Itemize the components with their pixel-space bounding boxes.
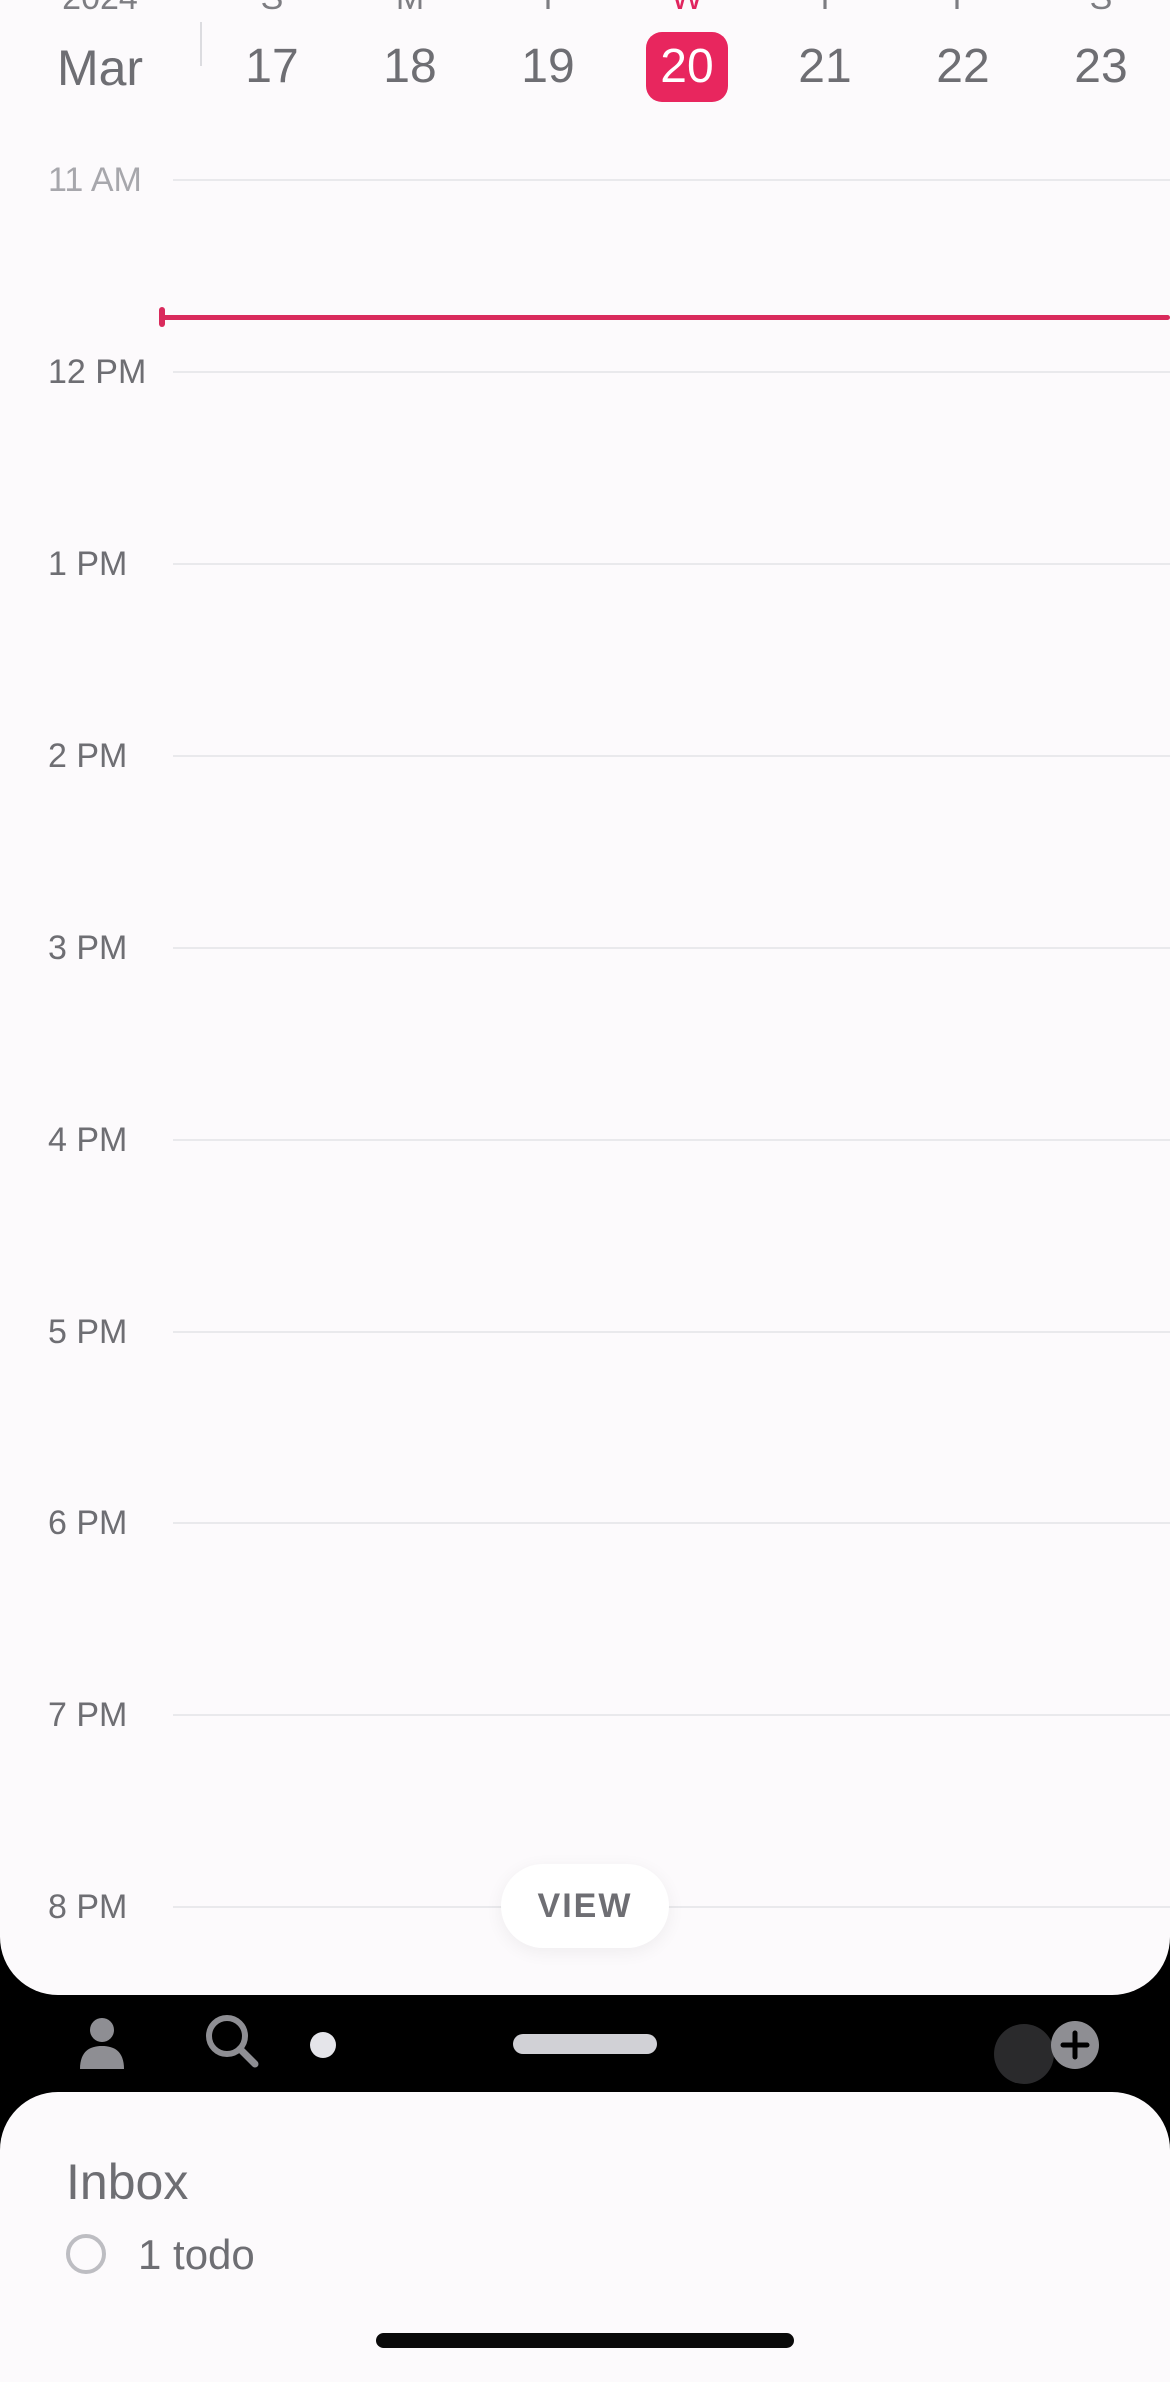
- hour-gridline: [173, 1331, 1170, 1333]
- search-icon[interactable]: [204, 2013, 260, 2069]
- day-number[interactable]: 21: [784, 32, 866, 102]
- weekday-letter: S: [222, 0, 322, 18]
- weekday-letter-today: W: [637, 0, 737, 18]
- drag-handle[interactable]: [513, 2034, 657, 2054]
- hour-gridline: [173, 947, 1170, 949]
- todo-checkbox-icon[interactable]: [66, 2234, 106, 2274]
- weekday-letter: F: [913, 0, 1013, 18]
- hour-label-6pm: 6 PM: [48, 1504, 128, 1542]
- hour-gridline: [173, 1139, 1170, 1141]
- year-label: 2024: [0, 0, 200, 18]
- pending-task-indicator: [994, 2024, 1054, 2084]
- hour-label-7pm: 7 PM: [48, 1696, 128, 1734]
- current-time-line: [162, 315, 1170, 320]
- hour-label-1pm: 1 PM: [48, 545, 128, 583]
- hour-label-5pm: 5 PM: [48, 1313, 128, 1351]
- weekday-letter: M: [360, 0, 460, 18]
- hour-label-8pm: 8 PM: [48, 1888, 128, 1926]
- weekday-letter: T: [498, 0, 598, 18]
- day-number[interactable]: 22: [922, 32, 1004, 102]
- hour-label-2pm: 2 PM: [48, 737, 128, 775]
- add-icon[interactable]: [1050, 2020, 1100, 2070]
- hour-gridline: [173, 371, 1170, 373]
- day-number[interactable]: 17: [231, 32, 313, 102]
- dot-indicator-icon: [310, 2032, 336, 2058]
- hour-gridline: [173, 179, 1170, 181]
- hour-label-12pm: 12 PM: [48, 353, 147, 391]
- hour-gridline: [173, 755, 1170, 757]
- hour-label-4pm: 4 PM: [48, 1121, 128, 1159]
- day-number-today[interactable]: 20: [646, 32, 728, 102]
- hour-gridline: [173, 563, 1170, 565]
- hour-label-3pm: 3 PM: [48, 929, 128, 967]
- day-number[interactable]: 18: [369, 32, 451, 102]
- weekday-letter: T: [775, 0, 875, 18]
- day-number[interactable]: 23: [1060, 32, 1142, 102]
- hour-gridline: [173, 1906, 1170, 1908]
- hour-gridline: [173, 1714, 1170, 1716]
- hour-label-11am: 11 AM: [48, 161, 142, 199]
- hour-gridline: [173, 1522, 1170, 1524]
- person-icon[interactable]: [76, 2015, 128, 2071]
- month-label[interactable]: Mar: [0, 38, 200, 98]
- view-button[interactable]: VIEW: [501, 1864, 669, 1948]
- home-indicator: [376, 2333, 794, 2348]
- day-number[interactable]: 19: [507, 32, 589, 102]
- inbox-title: Inbox: [66, 2154, 189, 2210]
- weekday-letter: S: [1051, 0, 1151, 18]
- todo-count-label[interactable]: 1 todo: [138, 2232, 255, 2278]
- calendar-week-view[interactable]: 2024 Mar S 17 M 18 T 19 W 20 T 21 F 22 S…: [0, 0, 1170, 1995]
- header-divider: [200, 22, 202, 66]
